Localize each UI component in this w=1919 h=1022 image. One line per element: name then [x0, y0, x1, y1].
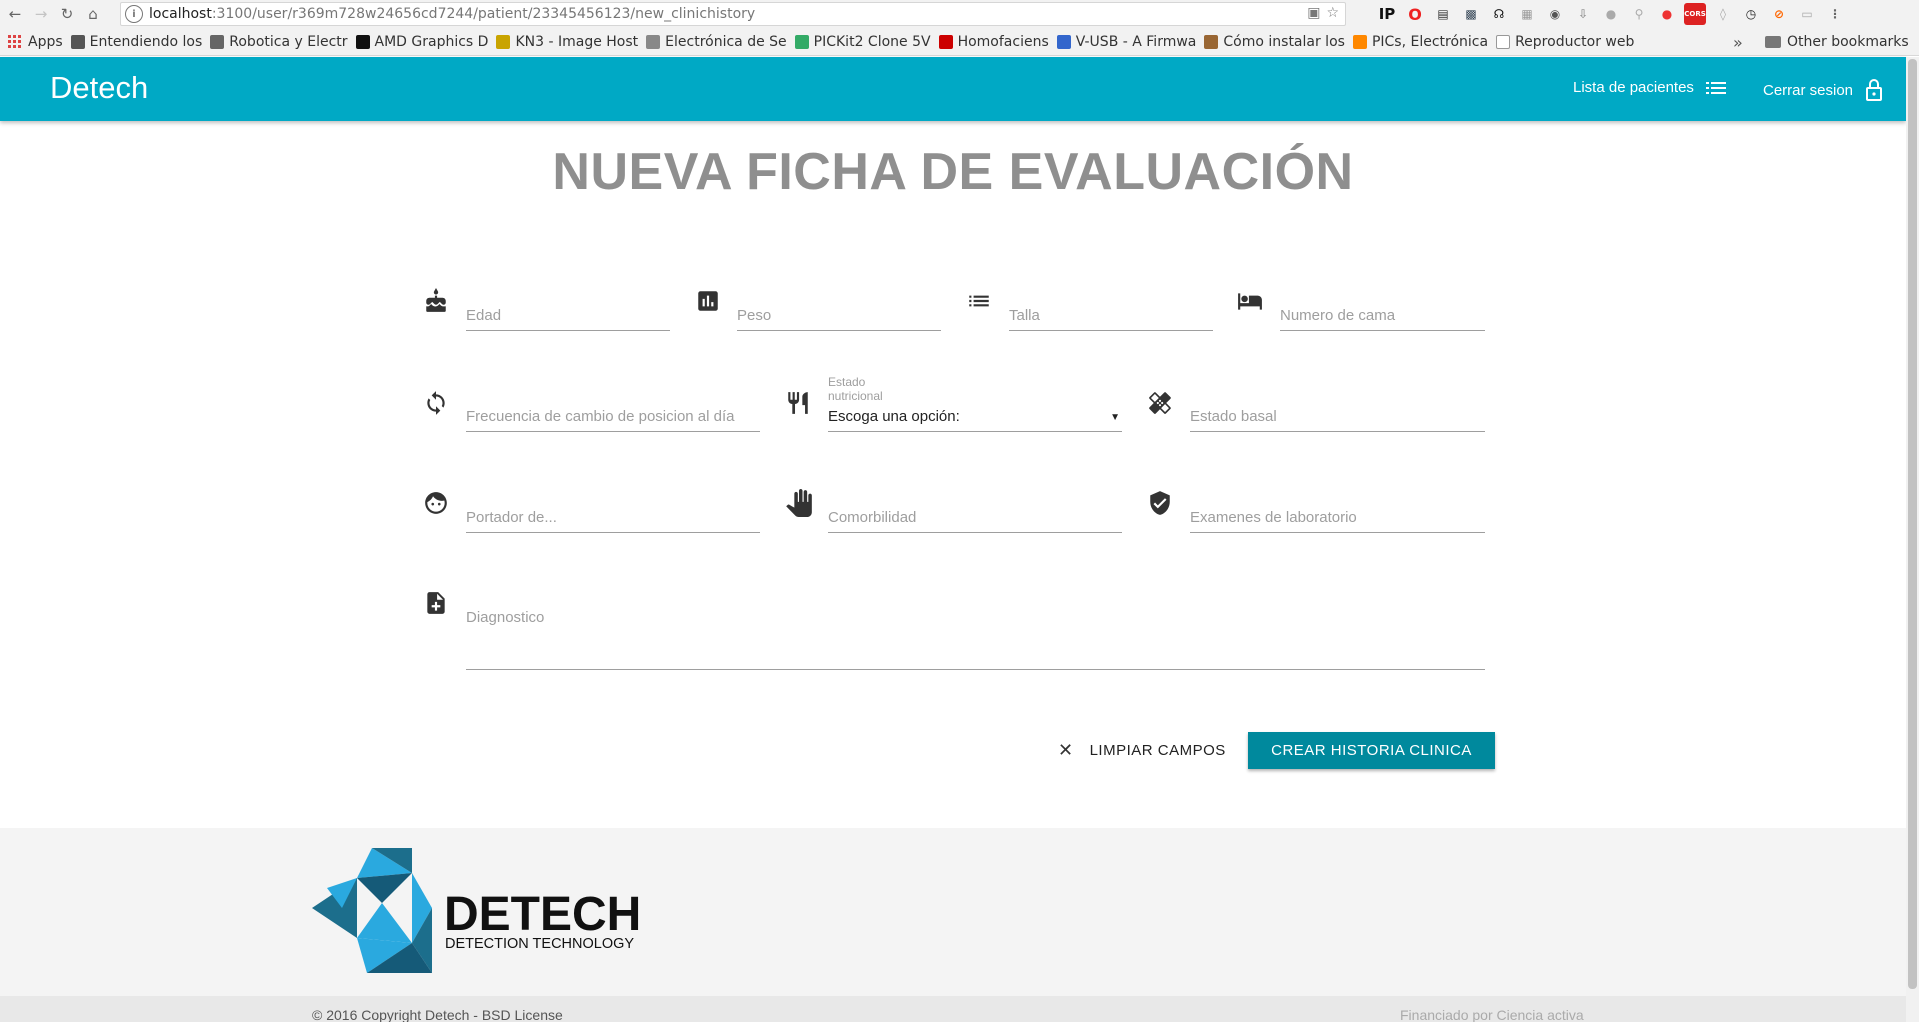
folder-icon [1765, 36, 1781, 48]
edad-input[interactable]: Edad [466, 299, 670, 331]
estado-basal-input[interactable]: Estado basal [1190, 400, 1485, 432]
cors-extension-icon[interactable]: CORS [1684, 3, 1706, 25]
healing-icon [1149, 392, 1171, 414]
dropdown-caret-icon: ▼ [1110, 412, 1120, 423]
bookmarks-bar: Apps Entendiendo los Robotica y Electr A… [0, 28, 1919, 56]
screenshot-extension-icon[interactable]: ▦ [1516, 3, 1538, 25]
translate-icon[interactable]: ▣ [1307, 5, 1320, 21]
bookmark-item[interactable]: Reproductor web [1496, 34, 1634, 50]
footer [0, 828, 1906, 996]
bookmark-favicon-icon [794, 34, 809, 49]
bookmark-favicon-icon [938, 34, 953, 49]
create-clinic-history-button[interactable]: CREAR HISTORIA CLINICA [1248, 732, 1495, 769]
verified-shield-icon [1150, 491, 1170, 515]
scrollbar-thumb[interactable] [1908, 59, 1917, 989]
bookmark-favicon-icon [355, 34, 370, 49]
brand-logo-text[interactable]: Detech [50, 70, 148, 106]
zoom-extension-icon[interactable]: ⚲ [1628, 3, 1650, 25]
lock-icon [1866, 79, 1883, 101]
block-extension-icon[interactable]: ⊘ [1768, 3, 1790, 25]
bookmark-item[interactable]: Homofaciens [938, 34, 1049, 50]
note-add-icon [427, 592, 445, 614]
extension-icons: IP O ▤ ▩ ☊ ▦ ◉ ⇩ ● ⚲ ● CORS ◊ ◷ ⊘ ▭ ⋮ [1376, 3, 1846, 25]
comorbilidad-input[interactable]: Comorbilidad [828, 501, 1122, 533]
bookmark-favicon-icon [1352, 34, 1367, 49]
tomato-extension-icon[interactable]: ● [1656, 3, 1678, 25]
bookmark-favicon-icon [70, 34, 85, 49]
talla-input[interactable]: Talla [1009, 299, 1213, 331]
back-arrow-icon[interactable]: ← [4, 3, 26, 25]
bookmark-item[interactable]: Electrónica de Se [646, 34, 787, 50]
logout-link[interactable]: Cerrar sesion [1763, 79, 1883, 101]
bed-icon [1238, 293, 1262, 310]
info-icon[interactable]: i [125, 5, 143, 23]
peso-input[interactable]: Peso [737, 299, 941, 331]
clear-fields-button[interactable]: ✕ LIMPIAR CAMPOS [1058, 732, 1226, 768]
page-title: NUEVA FICHA DE EVALUACIÓN [552, 143, 1354, 201]
headphones-extension-icon[interactable]: ☊ [1488, 3, 1510, 25]
forward-arrow-icon[interactable]: → [30, 3, 52, 25]
frecuencia-input[interactable]: Frecuencia de cambio de posicion al día [466, 400, 760, 432]
globe-extension-icon[interactable]: ◉ [1544, 3, 1566, 25]
sync-icon [427, 391, 445, 415]
cama-input[interactable]: Numero de cama [1280, 299, 1485, 331]
bar-chart-icon [698, 291, 718, 311]
page-icon [1496, 34, 1511, 49]
restaurant-icon [788, 392, 808, 414]
face-icon [425, 492, 447, 514]
reload-icon[interactable]: ↻ [56, 3, 78, 25]
hand-icon [786, 489, 812, 517]
detech-logo: DETECH DETECTION TECHNOLOGY [312, 848, 641, 973]
url-host: localhost [149, 6, 212, 22]
examenes-input[interactable]: Examenes de laboratorio [1190, 501, 1485, 533]
logo-subtitle: DETECTION TECHNOLOGY [445, 936, 634, 952]
bookmark-item[interactable]: AMD Graphics D [355, 34, 488, 50]
logo-title: DETECH [444, 888, 641, 941]
bookmark-item[interactable]: PICKit2 Clone 5V [794, 34, 931, 50]
close-icon: ✕ [1058, 739, 1074, 760]
bookmark-favicon-icon [646, 34, 661, 49]
bookmark-apps[interactable]: Apps [8, 34, 63, 50]
bookmark-item[interactable]: Robotica y Electr [210, 34, 348, 50]
list-icon [1705, 81, 1726, 94]
bookmark-item[interactable]: KN3 - Image Host [496, 34, 638, 50]
app-header: Detech Lista de pacientes Cerrar sesion [0, 57, 1906, 121]
estado-nutricional-label: Estado nutricional [828, 375, 883, 403]
estado-nutricional-select[interactable]: Escoga una opción: ▼ [828, 400, 1122, 432]
window-extension-icon[interactable]: ▭ [1796, 3, 1818, 25]
bookmark-favicon-icon [1204, 34, 1219, 49]
cake-icon [426, 288, 446, 312]
patients-list-link[interactable]: Lista de pacientes [1573, 79, 1726, 96]
ip-extension-icon[interactable]: IP [1376, 3, 1398, 25]
bookmark-item[interactable]: Entendiendo los [70, 34, 202, 50]
other-bookmarks-folder[interactable]: Other bookmarks [1765, 28, 1909, 56]
copyright-text: © 2016 Copyright Detech - BSD License [312, 1007, 563, 1022]
opera-extension-icon[interactable]: O [1404, 3, 1426, 25]
menu-dots-icon[interactable]: ⋮ [1824, 3, 1846, 25]
bookmark-item[interactable]: V-USB - A Firmwa [1056, 34, 1196, 50]
bookmark-favicon-icon [210, 34, 225, 49]
bookmark-favicon-icon [1056, 34, 1071, 49]
logo-mark-icon [312, 848, 432, 973]
url-path: :3100/user/r369m728w24656cd7244/patient/… [211, 6, 756, 22]
diagnostico-textarea[interactable]: Diagnostico [466, 601, 1485, 670]
timer-extension-icon[interactable]: ◷ [1740, 3, 1762, 25]
download-extension-icon[interactable]: ⇩ [1572, 3, 1594, 25]
home-icon[interactable]: ⌂ [82, 3, 104, 25]
bookmark-item[interactable]: PICs, Electrónica [1352, 34, 1488, 50]
list-icon [969, 295, 989, 307]
star-icon[interactable]: ☆ [1326, 5, 1339, 21]
bookmark-favicon-icon [496, 34, 511, 49]
apps-grid-icon [8, 34, 22, 49]
newspaper-extension-icon[interactable]: ▤ [1432, 3, 1454, 25]
circle-extension-icon[interactable]: ● [1600, 3, 1622, 25]
funded-by-text: Financiado por Ciencia activa [1400, 1007, 1584, 1022]
portador-input[interactable]: Portador de... [466, 501, 760, 533]
address-bar[interactable]: i localhost:3100/user/r369m728w24656cd72… [120, 2, 1346, 26]
tag-extension-icon[interactable]: ◊ [1712, 3, 1734, 25]
bookmarks-overflow-button[interactable]: » [1733, 33, 1743, 52]
bookmark-item[interactable]: Cómo instalar los [1204, 34, 1345, 50]
footer-bottom-bar: © 2016 Copyright Detech - BSD License Fi… [0, 996, 1906, 1022]
save-extension-icon[interactable]: ▩ [1460, 3, 1482, 25]
